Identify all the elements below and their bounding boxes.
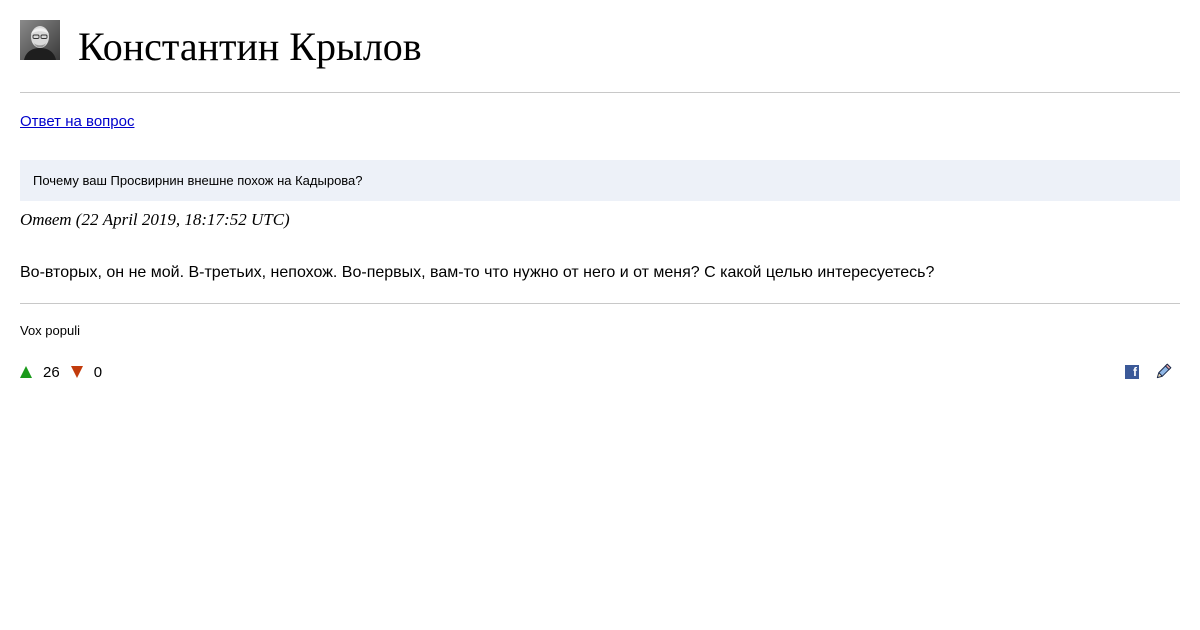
facebook-icon[interactable]: f	[1125, 365, 1139, 379]
upvote-icon[interactable]	[20, 366, 32, 378]
page-title: Константин Крылов	[78, 24, 422, 69]
share-bar: f	[1125, 363, 1172, 381]
downvote-count: 0	[93, 364, 103, 381]
downvote-icon[interactable]	[70, 366, 83, 378]
header-divider	[20, 92, 1180, 93]
answer-link[interactable]: Ответ на вопрос	[20, 113, 134, 131]
vote-bar: 26 0	[20, 362, 102, 384]
answer-text: Во-вторых, он не мой. В-третьих, непохож…	[20, 264, 935, 281]
question-box: Почему ваш Просвирнин внешне похож на Ка…	[20, 160, 1180, 201]
footer-divider	[20, 303, 1180, 304]
upvote-count: 26	[43, 364, 60, 381]
profile-header: Константин Крылов	[20, 20, 1180, 72]
community-label: Vox populi	[20, 323, 80, 338]
avatar[interactable]	[20, 20, 60, 60]
answer-meta: Ответ (22 April 2019, 18:17:52 UTC)	[20, 210, 290, 229]
pencil-icon[interactable]	[1154, 363, 1172, 381]
question-text: Почему ваш Просвирнин внешне похож на Ка…	[33, 173, 363, 188]
